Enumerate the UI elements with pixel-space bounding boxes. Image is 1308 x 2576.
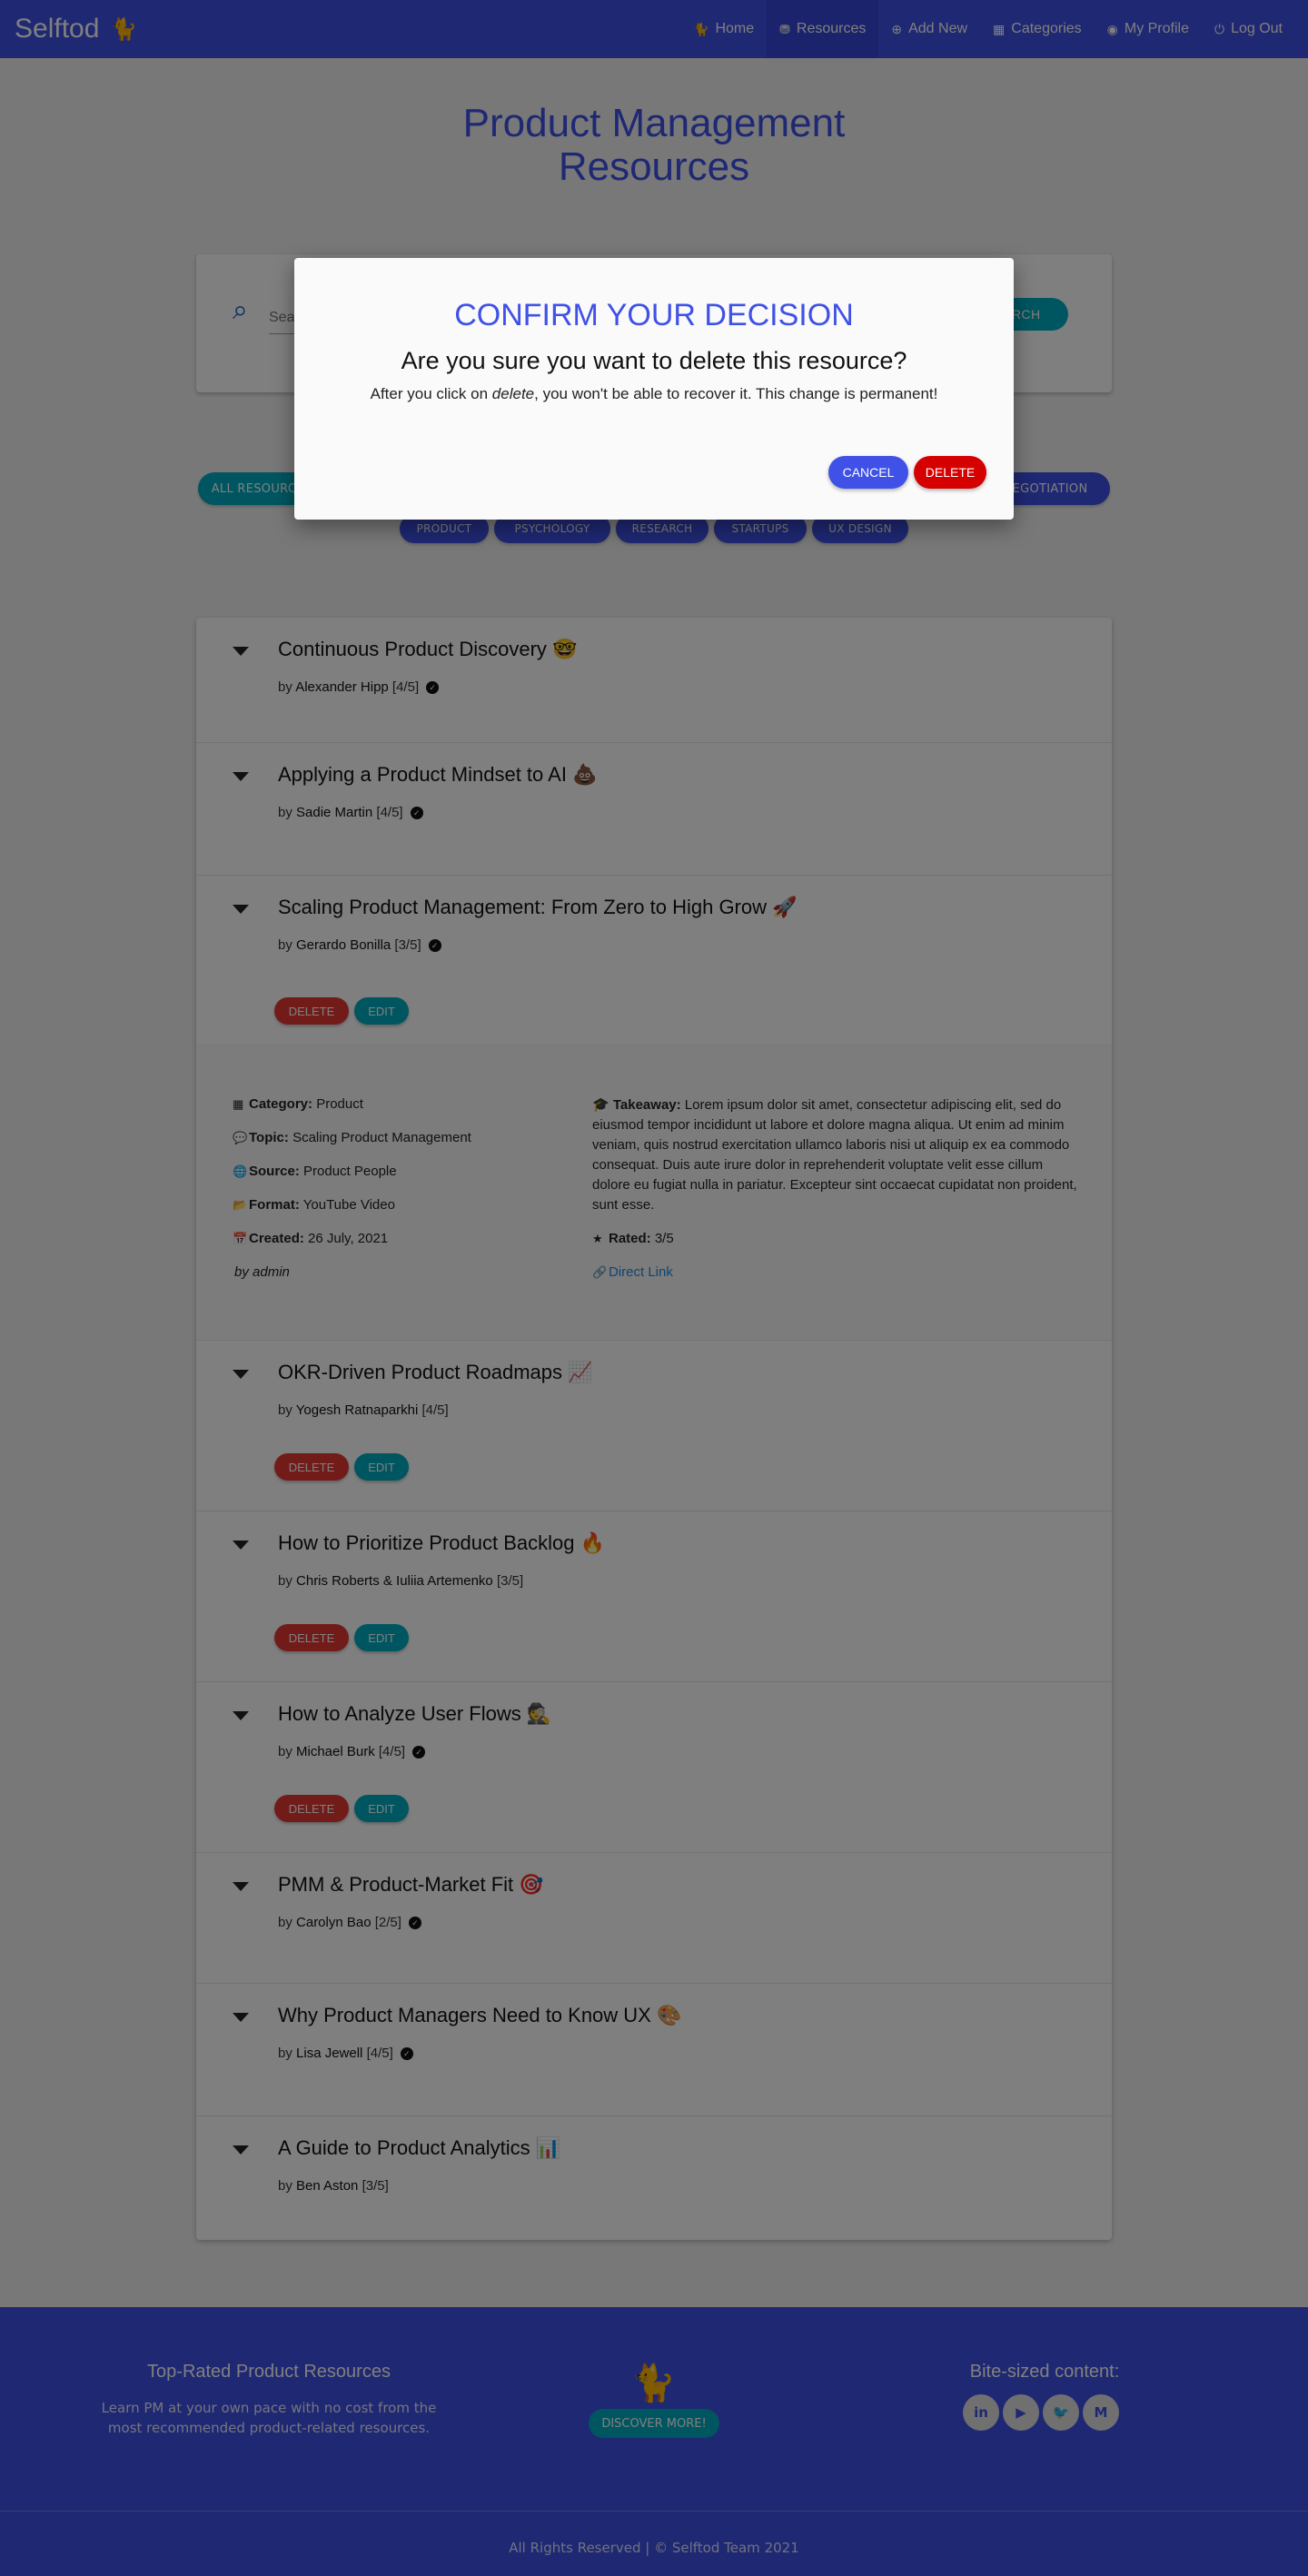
modal-heading: CONFIRM YOUR DECISION (454, 298, 854, 332)
modal-text-emphasis: delete (491, 385, 535, 402)
modal-text-before: After you click on (370, 385, 492, 402)
cancel-button[interactable]: CANCEL (828, 456, 908, 489)
confirm-delete-modal: CONFIRM YOUR DECISION Are you sure you w… (294, 258, 1014, 520)
modal-text: After you click on delete, you won't be … (367, 385, 941, 403)
modal-text-after: , you won't be able to recover it. This … (534, 385, 938, 402)
confirm-delete-button[interactable]: DELETE (914, 456, 986, 489)
modal-question: Are you sure you want to delete this res… (401, 347, 907, 374)
